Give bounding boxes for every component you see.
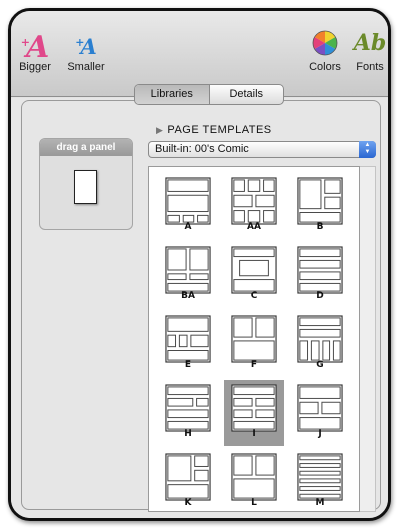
template-label: G xyxy=(316,360,324,370)
template-tile[interactable]: BA xyxy=(158,242,218,308)
template-label: H xyxy=(184,429,192,439)
template-b-icon xyxy=(297,177,343,225)
template-ba-icon xyxy=(165,246,211,294)
template-l-icon xyxy=(231,453,277,501)
template-g-icon xyxy=(297,315,343,363)
template-tile[interactable]: F xyxy=(224,311,284,377)
template-label: J xyxy=(318,429,322,439)
template-tile[interactable]: I xyxy=(224,380,284,446)
fonts-button[interactable]: Ab Fonts xyxy=(346,25,388,73)
colors-button[interactable]: Colors xyxy=(303,25,347,73)
template-label: A xyxy=(184,222,192,232)
template-label: BA xyxy=(181,291,195,301)
up-down-arrows-icon: ▲ ▼ xyxy=(359,141,376,158)
template-tile[interactable]: K xyxy=(158,449,218,511)
template-tile[interactable]: J xyxy=(290,380,350,446)
template-label: K xyxy=(184,498,192,508)
template-d-icon xyxy=(297,246,343,294)
fonts-icon: Ab xyxy=(353,30,387,56)
colors-label: Colors xyxy=(309,61,341,73)
template-label: M xyxy=(315,498,325,508)
bigger-label: Bigger xyxy=(19,61,51,73)
template-h-icon xyxy=(165,384,211,432)
template-j-icon xyxy=(297,384,343,432)
template-tile[interactable]: D xyxy=(290,242,350,308)
template-m-icon xyxy=(297,453,343,501)
smaller-label: Smaller xyxy=(67,61,105,73)
bigger-text-icon: +A xyxy=(20,30,50,65)
template-label: B xyxy=(316,222,324,232)
template-tile[interactable]: AA xyxy=(224,173,284,239)
tab-control: Libraries Details xyxy=(134,84,284,105)
template-k-icon xyxy=(165,453,211,501)
tab-details[interactable]: Details xyxy=(210,85,284,104)
template-label: F xyxy=(250,360,258,370)
drag-panel-title: drag a panel xyxy=(40,139,132,156)
template-tile[interactable]: C xyxy=(224,242,284,308)
template-tile[interactable]: A xyxy=(158,173,218,239)
template-tile[interactable]: B xyxy=(290,173,350,239)
template-library-value: Built-in: 00's Comic xyxy=(155,143,249,155)
template-label: AA xyxy=(247,222,261,232)
template-e-icon xyxy=(165,315,211,363)
section-title: PAGE TEMPLATES xyxy=(167,124,272,136)
template-f-icon xyxy=(231,315,277,363)
template-i-icon xyxy=(231,384,277,432)
template-tile[interactable]: H xyxy=(158,380,218,446)
template-aa-icon xyxy=(231,177,277,225)
template-tile[interactable]: M xyxy=(290,449,350,511)
blank-panel-icon[interactable] xyxy=(74,170,97,204)
smaller-button[interactable]: +A Smaller xyxy=(56,25,116,73)
template-label: I xyxy=(252,429,256,439)
color-wheel-icon xyxy=(303,25,347,61)
template-label: L xyxy=(251,498,257,508)
bigger-button[interactable]: +A Bigger xyxy=(11,25,59,73)
template-tile[interactable]: E xyxy=(158,311,218,377)
template-library-select[interactable]: Built-in: 00's Comic ▲ ▼ xyxy=(148,141,376,158)
template-label: E xyxy=(184,360,192,370)
template-label: D xyxy=(316,291,324,301)
template-grid[interactable]: A AA B BA C D E F G H I J K L M xyxy=(148,166,360,512)
vertical-scrollbar[interactable] xyxy=(360,166,376,512)
template-tile[interactable]: G xyxy=(290,311,350,377)
page-templates-header[interactable]: ▶ PAGE TEMPLATES xyxy=(156,124,272,136)
template-tile[interactable]: L xyxy=(224,449,284,511)
tab-libraries[interactable]: Libraries xyxy=(135,85,210,104)
smaller-text-icon: +A xyxy=(75,34,97,59)
drag-panel-source[interactable]: drag a panel xyxy=(39,138,133,230)
fonts-label: Fonts xyxy=(356,61,384,73)
template-label: C xyxy=(250,291,258,301)
disclosure-triangle-icon[interactable]: ▶ xyxy=(156,125,163,135)
template-a-icon xyxy=(165,177,211,225)
template-c-icon xyxy=(231,246,277,294)
